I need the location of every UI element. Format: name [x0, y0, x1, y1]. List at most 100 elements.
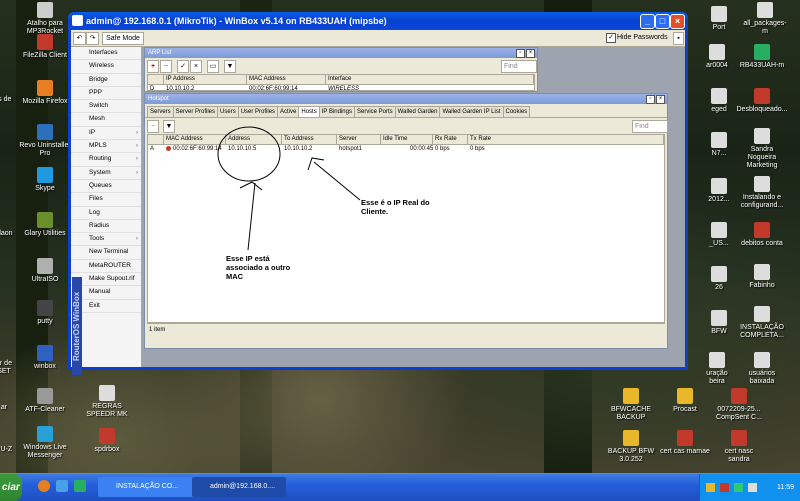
- sidebar-item-system[interactable]: System ›: [71, 167, 141, 180]
- sidebar-item-files[interactable]: Files: [71, 193, 141, 207]
- right-desktop-icon[interactable]: cert nasc sandra: [710, 430, 768, 464]
- sidebar-item-tools[interactable]: Tools ›: [71, 233, 141, 247]
- tab-ip-bindings[interactable]: IP Bindings: [318, 106, 355, 117]
- tab-users[interactable]: Users: [217, 106, 239, 117]
- flag-column[interactable]: [148, 135, 164, 144]
- partial-desktop-icon-label[interactable]: or de SET: [0, 360, 22, 376]
- taskbar-button[interactable]: admin@192.168.0....: [192, 477, 286, 497]
- tab-active[interactable]: Active: [277, 106, 300, 117]
- sidebar-item-log[interactable]: Log: [71, 207, 141, 220]
- hide-passwords-checkbox[interactable]: ✓: [606, 33, 616, 43]
- hotspot-close-button[interactable]: ×: [656, 95, 665, 104]
- tab-walled-garden[interactable]: Walled Garden: [394, 106, 441, 117]
- arp-list-title-bar[interactable]: ARP List ▫ ×: [145, 48, 537, 58]
- close-button[interactable]: ×: [670, 14, 685, 29]
- sidebar-item-metarouter[interactable]: MetaROUTER: [71, 260, 141, 274]
- tray-antivirus-icon[interactable]: [720, 483, 729, 492]
- sidebar-item-wireless[interactable]: Wireless: [71, 60, 141, 74]
- arp-find-input[interactable]: Find: [501, 60, 537, 73]
- right-desktop-icon[interactable]: debitos conta: [733, 222, 791, 248]
- filter-icon[interactable]: ▼: [224, 60, 236, 73]
- maximize-button[interactable]: □: [655, 14, 670, 29]
- right-desktop-icon[interactable]: 0072209-25... CompSent C...: [710, 388, 768, 422]
- arp-col-ip[interactable]: IP Address: [164, 75, 247, 84]
- right-desktop-icon[interactable]: BFWCACHE BACKUP: [602, 388, 660, 422]
- minimize-button[interactable]: _: [640, 14, 655, 29]
- sidebar-item-ppp[interactable]: PPP: [71, 87, 141, 101]
- left-desktop-icon[interactable]: putty: [16, 300, 74, 326]
- sidebar-item-new-terminal[interactable]: New Terminal: [71, 246, 141, 260]
- sidebar-item-bridge[interactable]: Bridge: [71, 74, 141, 87]
- tab-hosts[interactable]: Hosts: [298, 106, 320, 117]
- tab-cookies[interactable]: Cookies: [502, 106, 531, 117]
- redo-icon[interactable]: ↷: [86, 32, 99, 45]
- right-desktop-icon[interactable]: INSTALAÇÃO COMPLETA...: [733, 306, 791, 340]
- right-desktop-icon[interactable]: cert cas mamae: [656, 430, 714, 456]
- right-desktop-icon[interactable]: Procast: [656, 388, 714, 414]
- arp-col-mac[interactable]: MAC Address: [247, 75, 326, 84]
- table-row[interactable]: D 10.10.10.2 00:02:6F:60:99:14 WIRELESS: [148, 85, 534, 93]
- tab-servers[interactable]: Servers: [147, 106, 174, 117]
- hosts-col-rx-rate[interactable]: Rx Rate: [433, 135, 468, 144]
- sidebar-item-routing[interactable]: Routing ›: [71, 153, 141, 167]
- filter-icon[interactable]: ▼: [163, 120, 175, 133]
- partial-desktop-icon-label[interactable]: PU-Z: [0, 446, 22, 454]
- hosts-col-server[interactable]: Server: [337, 135, 381, 144]
- sidebar-item-ip[interactable]: IP ›: [71, 127, 141, 141]
- right-desktop-icon[interactable]: BACKUP BFW 3.0.252: [602, 430, 660, 464]
- arp-restore-button[interactable]: ▫: [516, 49, 525, 58]
- arp-close-button[interactable]: ×: [526, 49, 535, 58]
- left-desktop-icon[interactable]: winbox: [16, 345, 74, 371]
- firefox-quicklaunch-icon[interactable]: [38, 480, 50, 492]
- tray-network-icon[interactable]: [706, 483, 715, 492]
- left-desktop-icon[interactable]: Skype: [16, 167, 74, 193]
- sidebar-item-queues[interactable]: Queues: [71, 180, 141, 194]
- winbox-title-bar[interactable]: admin@ 192.168.0.1 (MikroTik) - WinBox v…: [68, 12, 688, 30]
- right-desktop-icon[interactable]: RB433UAH-m: [733, 44, 791, 70]
- sidebar-item-switch[interactable]: Switch: [71, 100, 141, 114]
- remove-icon[interactable]: −: [160, 60, 172, 73]
- hotspot-title-bar[interactable]: Hotspot ▫ ×: [145, 94, 667, 104]
- safe-mode-button[interactable]: Safe Mode: [102, 32, 144, 45]
- left-desktop-icon[interactable]: Revo Uninstaller Pro: [16, 124, 74, 158]
- right-desktop-icon[interactable]: Fabinho: [733, 264, 791, 290]
- tab-user-profiles[interactable]: User Profiles: [237, 106, 279, 117]
- arp-col-interface[interactable]: Interface: [326, 75, 534, 84]
- sidebar-item-interfaces[interactable]: Interfaces: [71, 47, 141, 61]
- enable-icon[interactable]: ✓: [177, 60, 189, 73]
- left-desktop-icon[interactable]: Atalho para MP3Rocket: [16, 2, 74, 36]
- partial-desktop-icon-label[interactable]: ar: [0, 404, 22, 412]
- hotspot-restore-button[interactable]: ▫: [646, 95, 655, 104]
- comment-icon[interactable]: ▭: [207, 60, 219, 73]
- add-icon[interactable]: +: [147, 60, 159, 73]
- tab-walled-garden-ip-list[interactable]: Walled Garden IP List: [439, 106, 504, 117]
- tray-skype-icon[interactable]: [734, 483, 743, 492]
- tab-service-ports[interactable]: Service Ports: [353, 106, 396, 117]
- sidebar-item-mpls[interactable]: MPLS ›: [71, 140, 141, 154]
- right-desktop-icon[interactable]: usuários baixada: [733, 352, 791, 386]
- remove-icon[interactable]: −: [147, 120, 159, 133]
- left-desktop-icon[interactable]: ATF-Cleaner: [16, 388, 74, 414]
- hosts-col-idle-time[interactable]: Idle Time: [381, 135, 433, 144]
- taskbar-button[interactable]: INSTALAÇÃO CO...: [98, 477, 202, 497]
- right-desktop-icon[interactable]: Sandra Nogueira Marketing: [733, 128, 791, 170]
- hosts-col-tx-rate[interactable]: Tx Rate: [468, 135, 664, 144]
- ie-quicklaunch-icon[interactable]: [56, 480, 68, 492]
- table-row[interactable]: A 00:02:6F:60:99:14 10.10.10.5 10.10.10.…: [148, 145, 664, 153]
- mid-desktop-icon[interactable]: spdrbox: [78, 428, 136, 454]
- right-desktop-icon[interactable]: Desbloqueado...: [733, 88, 791, 114]
- sidebar-item-mesh[interactable]: Mesh: [71, 113, 141, 127]
- hosts-col-to-address[interactable]: To Address: [282, 135, 337, 144]
- tab-server-profiles[interactable]: Server Profiles: [172, 106, 219, 117]
- left-desktop-icon[interactable]: Mozilla Firefox: [16, 80, 74, 106]
- right-desktop-icon[interactable]: Instalando e configurand...: [733, 176, 791, 210]
- partial-desktop-icon-label[interactable]: is de: [0, 96, 22, 104]
- disable-icon[interactable]: ×: [190, 60, 202, 73]
- hotspot-find-input[interactable]: Find: [632, 120, 668, 133]
- undo-icon[interactable]: ↶: [73, 32, 86, 45]
- tray-volume-icon[interactable]: [748, 483, 757, 492]
- flag-column[interactable]: [148, 75, 164, 84]
- mid-desktop-icon[interactable]: REGRAS SPEEDR MK: [78, 385, 136, 419]
- start-button[interactable]: ciar: [0, 474, 22, 501]
- left-desktop-icon[interactable]: FileZilla Client: [16, 34, 74, 60]
